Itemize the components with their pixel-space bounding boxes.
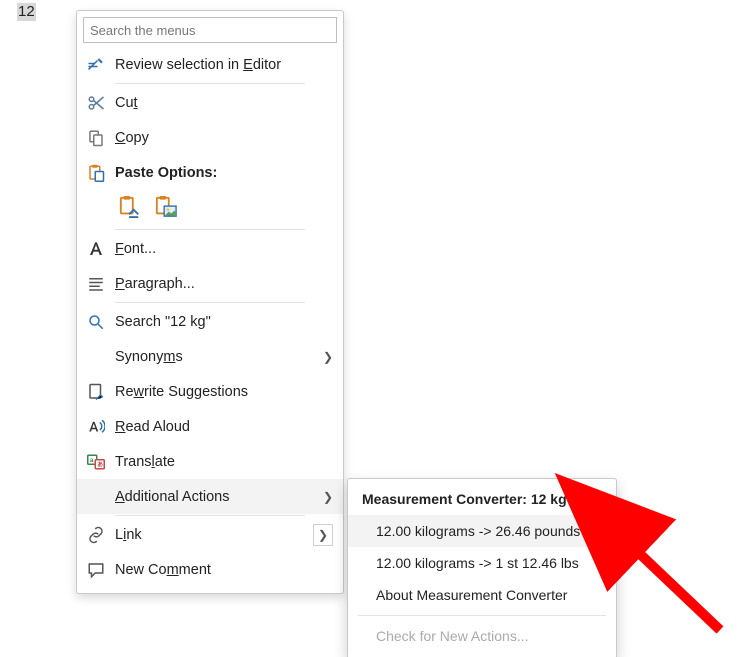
read-aloud-icon: [85, 418, 107, 436]
menu-item-label: Copy: [115, 130, 333, 146]
text: Review selection in Editor: [115, 57, 281, 73]
menu-item-label: Review selection in Editor: [115, 57, 333, 73]
text: Paragraph...: [115, 276, 195, 292]
menu-item-review-editor[interactable]: Review selection in Editor: [77, 47, 343, 82]
pen-editor-icon: [85, 56, 107, 74]
paste-icon: [85, 164, 107, 182]
separator: [358, 615, 606, 616]
paste-keep-formatting-button[interactable]: [117, 194, 143, 220]
copy-icon: [85, 129, 107, 147]
submenu-header: Measurement Converter: 12 kg: [348, 485, 616, 515]
menu-item-additional-actions[interactable]: Additional Actions ❯: [77, 479, 343, 514]
menu-item-label: Font...: [115, 241, 333, 257]
menu-item-copy[interactable]: Copy: [77, 120, 343, 155]
menu-item-label: Link: [115, 527, 307, 543]
link-icon: [85, 526, 107, 544]
menu-item-link[interactable]: Link ❯: [77, 517, 343, 552]
paragraph-icon: [85, 275, 107, 293]
menu-item-label: Search "12 kg": [115, 314, 333, 330]
separator: [115, 83, 305, 84]
menu-item-read-aloud[interactable]: Read Aloud: [77, 409, 343, 444]
scissors-icon: [85, 94, 107, 112]
context-menu: Search the menus Review selection in Edi…: [76, 10, 344, 594]
menu-item-search[interactable]: Search "12 kg": [77, 304, 343, 339]
menu-item-rewrite-suggestions[interactable]: Rewrite Suggestions: [77, 374, 343, 409]
rewrite-icon: [85, 383, 107, 401]
text: Read Aloud: [115, 419, 190, 435]
text: Cut: [115, 95, 138, 111]
submenu-additional-actions: Measurement Converter: 12 kg 12.00 kilog…: [347, 478, 617, 657]
text: Additional Actions: [115, 489, 229, 505]
annotation-arrow: [590, 510, 740, 650]
menu-item-label: Cut: [115, 95, 333, 111]
menu-item-label: New Comment: [115, 562, 333, 578]
menu-item-cut[interactable]: Cut: [77, 85, 343, 120]
text: Synonyms: [115, 349, 183, 365]
menu-item-label: Additional Actions: [115, 489, 323, 505]
comment-icon: [85, 561, 107, 579]
menu-item-label: Synonyms: [115, 349, 323, 365]
submenu-item-about[interactable]: About Measurement Converter: [348, 579, 616, 611]
menu-item-label: Read Aloud: [115, 419, 333, 435]
separator: [115, 515, 305, 516]
chevron-right-icon: ❯: [323, 490, 333, 504]
separator: [115, 229, 305, 230]
separator: [115, 302, 305, 303]
menu-item-translate[interactable]: aあ Translate: [77, 444, 343, 479]
chevron-right-icon: ❯: [323, 350, 333, 364]
link-options-chevron[interactable]: ❯: [313, 524, 333, 546]
selected-text: 12: [17, 3, 36, 21]
submenu-item-conversion-stones[interactable]: 12.00 kilograms -> 1 st 12.46 lbs: [348, 547, 616, 579]
text: New Comment: [115, 562, 211, 578]
menu-item-label: Translate: [115, 454, 333, 470]
translate-icon: aあ: [85, 453, 107, 471]
search-icon: [85, 313, 107, 331]
svg-text:a: a: [90, 458, 94, 464]
search-input[interactable]: Search the menus: [83, 17, 337, 43]
menu-item-paragraph[interactable]: Paragraph...: [77, 266, 343, 301]
text: Link: [115, 527, 142, 543]
menu-item-label: Paste Options:: [115, 165, 333, 181]
menu-item-label: Rewrite Suggestions: [115, 384, 333, 400]
text: Copy: [115, 130, 149, 146]
text: Translate: [115, 454, 175, 470]
menu-item-label: Paragraph...: [115, 276, 333, 292]
menu-item-font[interactable]: Font...: [77, 231, 343, 266]
menu-item-synonyms[interactable]: Synonyms ❯: [77, 339, 343, 374]
paste-options-row: [77, 190, 343, 228]
submenu-item-check-new-actions: Check for New Actions...: [348, 620, 616, 652]
submenu-item-conversion-pounds[interactable]: 12.00 kilograms -> 26.46 pounds: [348, 515, 616, 547]
text: Rewrite Suggestions: [115, 384, 248, 400]
menu-item-new-comment[interactable]: New Comment: [77, 552, 343, 587]
paste-picture-button[interactable]: [153, 194, 179, 220]
menu-item-paste-options: Paste Options:: [77, 155, 343, 190]
text: Font...: [115, 241, 156, 257]
font-icon: [85, 240, 107, 258]
chevron-right-icon: ❯: [318, 528, 328, 542]
